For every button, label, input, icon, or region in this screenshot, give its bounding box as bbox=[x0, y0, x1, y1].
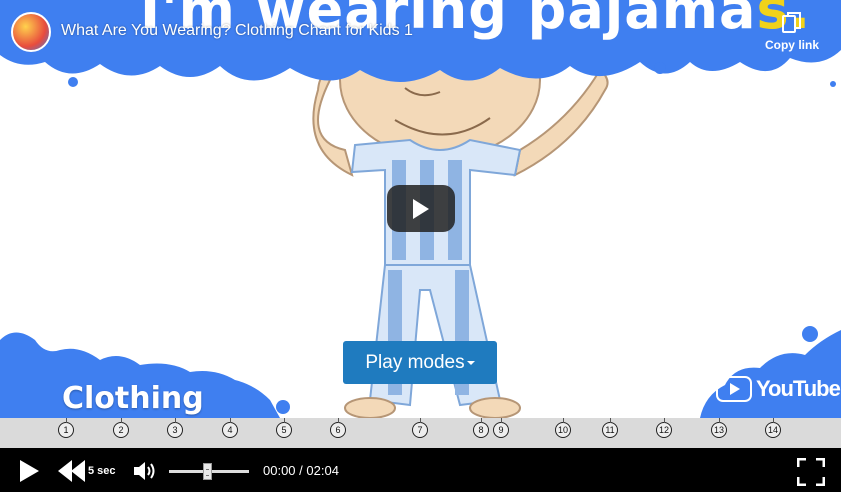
chapter-marker[interactable]: 13 bbox=[711, 418, 727, 438]
chapter-marker[interactable]: 11 bbox=[602, 418, 618, 438]
copy-link-label: Copy link bbox=[764, 38, 819, 52]
chapter-marker[interactable]: 10 bbox=[555, 418, 571, 438]
chapter-markers: 1 2 3 4 5 6 7 8 9 10 11 12 13 14 bbox=[0, 418, 841, 448]
video-title[interactable]: What Are You Wearing? Clothing Chant for… bbox=[61, 22, 413, 40]
chapter-marker[interactable]: 1 bbox=[58, 418, 74, 438]
corner-caption: Clothing bbox=[62, 381, 204, 416]
chapter-marker[interactable]: 2 bbox=[113, 418, 129, 438]
copy-icon bbox=[782, 12, 801, 33]
caret-down-icon bbox=[466, 360, 475, 365]
chapter-marker[interactable]: 9 bbox=[493, 418, 509, 438]
chapter-marker[interactable]: 6 bbox=[330, 418, 346, 438]
rewind-seconds-label: 5 sec bbox=[88, 465, 116, 477]
chapter-marker[interactable]: 3 bbox=[167, 418, 183, 438]
copy-link-button[interactable]: Copy link bbox=[757, 12, 827, 52]
rewind-icon[interactable] bbox=[58, 460, 86, 482]
chapter-marker[interactable]: 8 bbox=[473, 418, 489, 438]
chapter-marker[interactable]: 4 bbox=[222, 418, 238, 438]
big-play-button[interactable] bbox=[387, 185, 455, 232]
youtube-watermark: YouTube bbox=[756, 376, 841, 401]
current-time: 00:00 bbox=[263, 463, 296, 478]
play-modes-button[interactable]: Play modes bbox=[343, 341, 497, 384]
chapter-marker[interactable]: 7 bbox=[412, 418, 428, 438]
video-player[interactable]: I'm wearing pajamas. What Are You Wearin… bbox=[0, 0, 841, 418]
volume-icon[interactable] bbox=[133, 461, 157, 481]
play-icon[interactable] bbox=[18, 459, 40, 483]
chapter-marker[interactable]: 5 bbox=[276, 418, 292, 438]
duration: 02:04 bbox=[306, 463, 339, 478]
volume-slider-thumb[interactable] bbox=[203, 463, 212, 480]
youtube-logo-icon bbox=[716, 376, 752, 402]
time-display: 00:00 / 02:04 bbox=[263, 463, 339, 478]
play-icon bbox=[413, 199, 429, 219]
channel-avatar[interactable] bbox=[11, 12, 51, 52]
chapter-marker[interactable]: 14 bbox=[765, 418, 781, 438]
chapter-marker[interactable]: 12 bbox=[656, 418, 672, 438]
title-bar: What Are You Wearing? Clothing Chant for… bbox=[0, 0, 841, 64]
time-separator: / bbox=[295, 463, 307, 478]
fullscreen-icon[interactable] bbox=[797, 458, 825, 486]
play-modes-label: Play modes bbox=[365, 352, 465, 373]
control-bar: 5 sec 00:00 / 02:04 bbox=[0, 448, 841, 492]
